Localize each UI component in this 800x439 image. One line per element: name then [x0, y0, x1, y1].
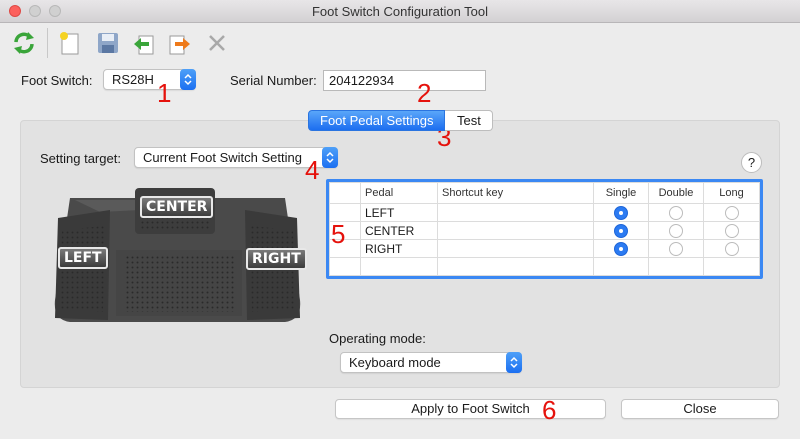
double-radio[interactable] — [669, 223, 683, 238]
help-button[interactable]: ? — [741, 152, 762, 173]
apply-to-foot-switch-button[interactable]: Apply to Foot Switch — [335, 399, 606, 419]
pedal-left-label: LEFT — [58, 247, 108, 269]
chevron-updown-icon — [322, 147, 338, 168]
column-header-shortcut: Shortcut key — [437, 182, 594, 204]
shortcut-key-cell[interactable] — [437, 203, 594, 222]
double-radio[interactable] — [669, 241, 683, 256]
serial-number-label: Serial Number: — [230, 73, 317, 88]
new-file-icon — [60, 32, 79, 55]
import-icon — [134, 35, 154, 55]
table-row[interactable]: RIGHT — [329, 239, 760, 258]
setting-target-label: Setting target: — [40, 151, 121, 166]
title-bar: Foot Switch Configuration Tool — [0, 0, 800, 23]
table-row-empty — [329, 257, 760, 276]
pedal-center-label: CENTER — [140, 196, 214, 218]
operating-mode-label: Operating mode: — [329, 331, 426, 346]
annotation-1: 1 — [157, 78, 172, 108]
long-radio[interactable] — [724, 205, 739, 220]
refresh-button[interactable] — [10, 29, 38, 57]
export-icon — [169, 35, 190, 55]
tab-foot-pedal-settings[interactable]: Foot Pedal Settings — [308, 110, 446, 131]
double-radio[interactable] — [669, 205, 683, 220]
pedal-name-cell: LEFT — [360, 203, 438, 222]
setting-target-value: Current Foot Switch Setting — [143, 150, 302, 165]
foot-switch-value: RS28H — [112, 72, 154, 87]
pedal-name-cell: RIGHT — [360, 239, 438, 258]
pedal-right-label: RIGHT — [246, 248, 307, 270]
annotation-6: 6 — [542, 395, 557, 425]
table-row[interactable]: LEFT — [329, 203, 760, 222]
shortcut-key-cell[interactable] — [437, 239, 594, 258]
single-radio[interactable] — [614, 205, 628, 220]
tab-bar: Foot Pedal Settings Test — [308, 110, 494, 131]
column-header-double: Double — [648, 182, 704, 204]
long-radio[interactable] — [724, 241, 739, 256]
pedal-settings-table[interactable]: Pedal Shortcut key Single Double Long LE… — [326, 179, 763, 279]
single-radio[interactable] — [614, 223, 628, 238]
close-button[interactable]: Close — [621, 399, 779, 419]
save-icon — [98, 33, 118, 53]
annotation-5: 5 — [331, 219, 346, 249]
long-radio[interactable] — [724, 223, 739, 238]
delete-icon — [209, 35, 225, 51]
operating-mode-select[interactable]: Keyboard mode — [340, 352, 522, 373]
new-button[interactable] — [56, 29, 84, 57]
pedal-name-cell: CENTER — [360, 221, 438, 240]
serial-number-field[interactable]: 204122934 — [323, 70, 486, 91]
single-radio[interactable] — [614, 241, 628, 256]
refresh-icon — [14, 32, 34, 54]
tab-test[interactable]: Test — [445, 110, 494, 131]
save-button[interactable] — [94, 29, 122, 57]
chevron-updown-icon — [506, 352, 522, 373]
annotation-4: 4 — [305, 155, 320, 185]
import-button[interactable] — [130, 29, 158, 57]
column-header-pedal: Pedal — [360, 182, 438, 204]
window-title: Foot Switch Configuration Tool — [311, 4, 489, 19]
table-header-blank — [329, 182, 361, 204]
operating-mode-value: Keyboard mode — [349, 355, 441, 370]
column-header-long: Long — [703, 182, 760, 204]
export-button[interactable] — [166, 29, 194, 57]
annotation-2: 2 — [417, 78, 432, 108]
delete-button[interactable] — [203, 29, 231, 57]
foot-switch-select[interactable]: RS28H — [103, 69, 196, 90]
chevron-updown-icon — [180, 69, 196, 90]
table-header-row: Pedal Shortcut key Single Double Long — [329, 182, 760, 204]
shortcut-key-cell[interactable] — [437, 221, 594, 240]
table-row[interactable]: CENTER — [329, 221, 760, 240]
foot-switch-label: Foot Switch: — [21, 73, 93, 88]
column-header-single: Single — [593, 182, 649, 204]
toolbar-separator — [47, 28, 48, 58]
